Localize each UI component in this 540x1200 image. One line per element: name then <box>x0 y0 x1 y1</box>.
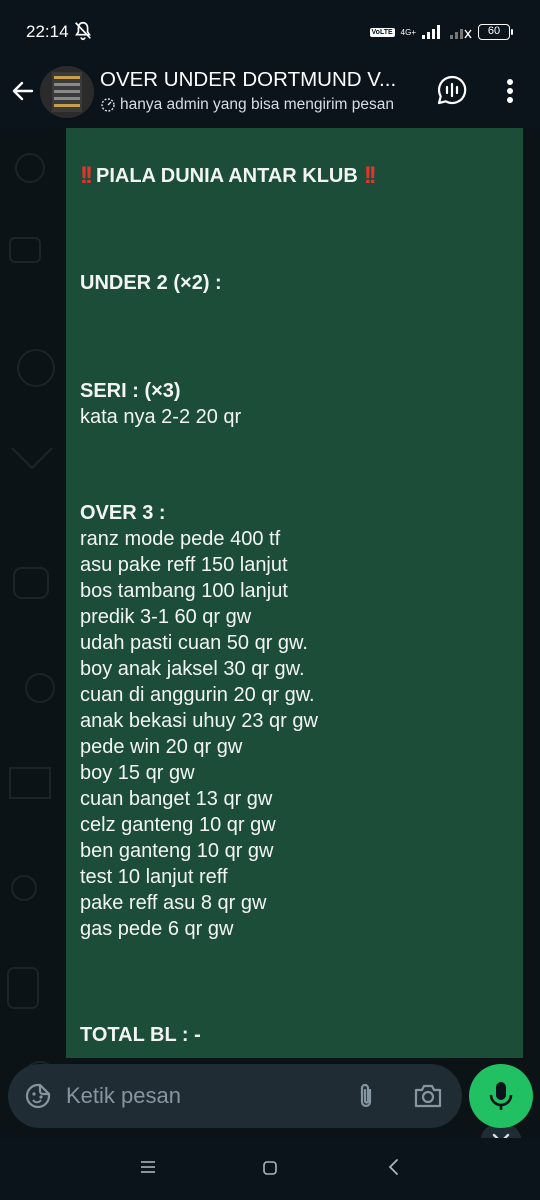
chat-title[interactable]: OVER UNDER DORTMUND V... <box>100 68 396 92</box>
paperclip-icon[interactable] <box>354 1082 378 1110</box>
message-line: celz ganteng 10 qr gw <box>80 814 276 836</box>
message-line: predik 3-1 60 qr gw <box>80 606 252 628</box>
message-line: OVER 3 : <box>80 502 166 524</box>
message-line: SERI : (×3) <box>80 380 181 402</box>
message-line: cuan di anggurin 20 qr gw. <box>80 684 315 706</box>
message-line: TOTAL BL : - <box>80 1024 201 1046</box>
message-line: pede win 20 qr gw <box>80 736 243 758</box>
nav-back-icon[interactable] <box>386 1158 400 1176</box>
mic-icon <box>489 1082 513 1110</box>
message-line: boy 15 qr gw <box>80 762 195 784</box>
message-line: cuan banget 13 qr gw <box>80 788 273 810</box>
message-line: ben ganteng 10 qr gw <box>80 840 274 862</box>
chat-header: OVER UNDER DORTMUND V... hanya admin yan… <box>0 62 540 128</box>
home-icon[interactable] <box>262 1160 278 1176</box>
message-bubble[interactable]: !! PIALA DUNIA ANTAR KLUB !! UNDER 2 (×2… <box>66 128 523 1058</box>
signal-icon <box>422 25 440 39</box>
signal-2-icon <box>450 29 472 39</box>
message-input[interactable]: Ketik pesan <box>66 1083 181 1109</box>
message-line: asu pake reff 150 lanjut <box>80 554 288 576</box>
message-line: test 10 lanjut reff <box>80 866 228 888</box>
message-line: kata nya 2-2 20 qr <box>80 406 242 428</box>
mic-button[interactable] <box>469 1064 533 1128</box>
message-line: bos tambang 100 lanjut <box>80 580 288 602</box>
message-title: PIALA DUNIA ANTAR KLUB <box>95 164 358 187</box>
camera-icon[interactable] <box>412 1082 444 1110</box>
message-line: ranz mode pede 400 tf <box>80 528 281 550</box>
double-exclamation-icon: !! <box>363 162 377 189</box>
status-indicators: VoLTE 4G+ 60 <box>369 22 513 42</box>
status-time: 22:14 <box>26 22 69 41</box>
voice-chat-icon[interactable] <box>436 74 468 106</box>
chat-area[interactable]: !! PIALA DUNIA ANTAR KLUB !! UNDER 2 (×2… <box>0 128 540 1138</box>
disappearing-timer-icon <box>101 98 115 112</box>
volte-badge: VoLTE <box>369 27 395 37</box>
message-line: pake reff asu 8 qr gw <box>80 892 267 914</box>
back-arrow-icon[interactable] <box>8 76 38 106</box>
group-avatar[interactable] <box>40 66 94 118</box>
recents-icon[interactable] <box>140 1160 156 1174</box>
more-vert-icon[interactable] <box>498 76 522 106</box>
chat-subtitle-text: hanya admin yang bisa mengirim pesan <box>120 96 394 113</box>
chat-subtitle: hanya admin yang bisa mengirim pesan <box>100 96 394 114</box>
bell-muted-icon <box>75 21 91 41</box>
double-exclamation-icon: !! <box>80 162 93 189</box>
sticker-icon[interactable] <box>24 1082 52 1110</box>
battery-indicator: 60 <box>478 24 513 40</box>
message-line: anak bekasi uhuy 23 qr gw <box>80 710 318 732</box>
status-bar: 22:14 VoLTE 4G+ 60 <box>0 0 540 62</box>
message-line: gas pede 6 qr gw <box>80 918 234 940</box>
message-title-row: !! PIALA DUNIA ANTAR KLUB !! <box>80 162 377 190</box>
message-composer[interactable]: Ketik pesan <box>8 1064 462 1128</box>
message-line: boy anak jaksel 30 qr gw. <box>80 658 305 680</box>
network-type: 4G+ <box>400 27 416 37</box>
message-line: UNDER 2 (×2) : <box>80 272 222 294</box>
system-nav-bar <box>0 1138 540 1200</box>
message-line: udah pasti cuan 50 qr gw. <box>80 632 308 654</box>
